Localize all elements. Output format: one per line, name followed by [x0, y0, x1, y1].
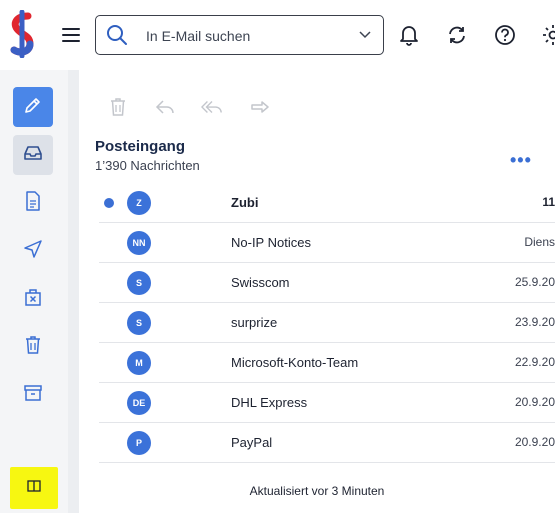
avatar: DE — [127, 391, 151, 415]
message-list-panel: Posteingang 1’390 Nachrichten ••• Z Zubi… — [79, 70, 555, 513]
panel-toggle-icon — [27, 479, 41, 497]
message-row[interactable]: Z Zubi 11 — [99, 183, 555, 223]
avatar: S — [127, 271, 151, 295]
app-logo-icon[interactable] — [8, 9, 38, 59]
avatar: Z — [127, 191, 151, 215]
message-date: 20.9.20 — [514, 435, 555, 449]
avatar: M — [127, 351, 151, 375]
sidebar-item-sent[interactable] — [13, 231, 53, 271]
sidebar-item-trash[interactable] — [13, 327, 53, 367]
message-sender: PayPal — [231, 435, 273, 450]
reply-all-icon[interactable] — [201, 96, 223, 118]
archive-icon — [23, 384, 43, 407]
panel-toggle-button[interactable] — [10, 467, 58, 509]
search-icon — [106, 24, 128, 51]
message-sender: Microsoft-Konto-Team — [231, 355, 359, 370]
message-date: 25.9.20 — [514, 275, 555, 289]
sync-status: Aktualisiert vor 3 Minuten — [249, 484, 385, 498]
message-sender: No-IP Notices — [231, 235, 311, 250]
message-count: 1’390 Nachrichten — [95, 158, 200, 173]
send-icon — [23, 239, 43, 264]
menu-icon[interactable] — [58, 24, 84, 46]
inbox-icon — [23, 145, 43, 166]
message-sender: DHL Express — [231, 395, 308, 410]
avatar: P — [127, 431, 151, 455]
message-date: 20.9.20 — [514, 395, 555, 409]
compose-button[interactable] — [13, 87, 53, 127]
folder-title: Posteingang — [95, 138, 186, 155]
unread-indicator — [104, 198, 114, 208]
forward-icon[interactable] — [249, 96, 271, 118]
search-input[interactable]: In E-Mail suchen — [95, 15, 384, 55]
document-icon — [25, 190, 41, 216]
sidebar-item-spam[interactable] — [13, 279, 53, 319]
search-placeholder: In E-Mail suchen — [146, 28, 251, 44]
sidebar-item-inbox[interactable] — [13, 135, 53, 175]
sidebar-item-drafts[interactable] — [13, 183, 53, 223]
pencil-icon — [23, 95, 43, 120]
message-row[interactable]: DE DHL Express 20.9.20 — [99, 383, 555, 423]
message-row[interactable]: S surprize 23.9.20 — [99, 303, 555, 343]
message-sender: Zubi — [231, 195, 259, 210]
message-date: Diens — [524, 235, 555, 249]
sidebar-item-archive[interactable] — [13, 375, 53, 415]
message-date: 23.9.20 — [514, 315, 555, 329]
settings-icon[interactable] — [540, 22, 555, 48]
trash-icon — [24, 335, 42, 360]
message-list: Z Zubi 11 NN No-IP Notices Diens S Swiss… — [99, 183, 555, 463]
message-sender: surprize — [231, 315, 278, 330]
sidebar — [0, 70, 68, 513]
message-date: 11 — [542, 195, 555, 209]
chevron-down-icon[interactable] — [359, 28, 371, 46]
message-row[interactable]: NN No-IP Notices Diens — [99, 223, 555, 263]
avatar: S — [127, 311, 151, 335]
help-icon[interactable] — [492, 22, 518, 48]
sidebar-divider — [68, 70, 79, 513]
message-row[interactable]: M Microsoft-Konto-Team 22.9.20 — [99, 343, 555, 383]
bell-icon[interactable] — [396, 22, 422, 48]
message-date: 22.9.20 — [514, 355, 555, 369]
trash-icon[interactable] — [107, 96, 129, 118]
top-bar: In E-Mail suchen — [0, 0, 555, 70]
spam-icon — [24, 287, 42, 312]
reply-icon[interactable] — [154, 96, 176, 118]
message-row[interactable]: S Swisscom 25.9.20 — [99, 263, 555, 303]
more-options-icon[interactable]: ••• — [510, 150, 532, 171]
avatar: NN — [127, 231, 151, 255]
message-row[interactable]: P PayPal 20.9.20 — [99, 423, 555, 463]
refresh-icon[interactable] — [444, 22, 470, 48]
message-sender: Swisscom — [231, 275, 290, 290]
